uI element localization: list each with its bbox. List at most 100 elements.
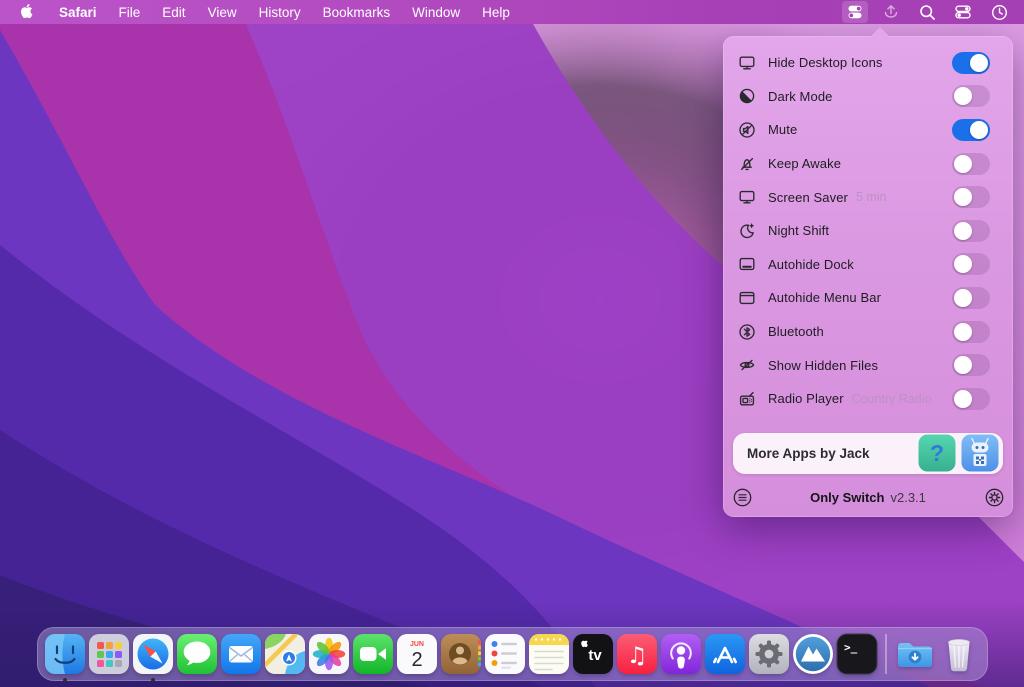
dock-icon-app-store[interactable]: [704, 633, 746, 675]
menu-bar: Safari FileEditViewHistoryBookmarksWindo…: [0, 0, 1024, 24]
active-app-menu[interactable]: Safari: [48, 5, 108, 20]
switch-row-hide-desktop-icons[interactable]: Hide Desktop Icons: [723, 46, 1013, 80]
dock-icon-maps[interactable]: [264, 633, 306, 675]
dock-icon-safari[interactable]: [132, 633, 174, 675]
dock-icon-facetime[interactable]: [352, 633, 394, 675]
apple-logo-icon: [20, 4, 34, 20]
bluetooth-off-icon: [737, 322, 757, 342]
panel-footer: Only Switchv2.3.1: [723, 484, 1013, 511]
contrast-icon: [737, 86, 757, 106]
running-indicator-dot: [151, 678, 155, 682]
switch-label: Mute: [768, 122, 797, 137]
menu-item-bookmarks[interactable]: Bookmarks: [312, 5, 402, 20]
toggle-switch[interactable]: [952, 321, 990, 343]
switch-row-show-hidden-files[interactable]: Show Hidden Files: [723, 348, 1013, 382]
switch-sub-label: Country Radio: [852, 392, 932, 406]
spotlight-search-icon[interactable]: [914, 1, 940, 23]
toggle-switch[interactable]: [952, 253, 990, 275]
switch-label: Autohide Menu Bar: [768, 290, 881, 305]
dock-icon-podcasts[interactable]: [660, 633, 702, 675]
toggle-switch[interactable]: [952, 287, 990, 309]
toggle-knob: [954, 356, 972, 374]
only-switch-menu-icon[interactable]: [842, 1, 868, 23]
app-title: Only Switchv2.3.1: [723, 490, 1013, 505]
dock-icon-terminal[interactable]: >_: [836, 633, 878, 675]
dock-icon-reminders[interactable]: [484, 633, 526, 675]
switch-label: Keep Awake: [768, 156, 841, 171]
switch-row-bluetooth[interactable]: Bluetooth: [723, 315, 1013, 349]
switch-label: Dark Mode: [768, 89, 832, 104]
keep-awake-icon: [737, 154, 757, 174]
dropover-icon[interactable]: [878, 1, 904, 23]
svg-text:>_: >_: [844, 641, 858, 654]
toggle-switch[interactable]: [952, 186, 990, 208]
toggle-switch[interactable]: [952, 220, 990, 242]
panel-arrow: [870, 27, 890, 37]
menu-item-window[interactable]: Window: [401, 5, 471, 20]
switch-label: Night Shift: [768, 223, 829, 238]
menu-item-file[interactable]: File: [108, 5, 152, 20]
switch-label: Show Hidden Files: [768, 358, 878, 373]
toggle-switch[interactable]: [952, 85, 990, 107]
question-app-icon[interactable]: ?: [918, 434, 956, 472]
switch-label: Hide Desktop Icons: [768, 55, 883, 70]
menu-item-history[interactable]: History: [248, 5, 312, 20]
dock-icon-downloads[interactable]: [894, 633, 936, 675]
more-apps-button[interactable]: More Apps by Jack ?: [733, 433, 1003, 475]
dock-icon-photos[interactable]: [308, 633, 350, 675]
toggle-knob: [954, 188, 972, 206]
switch-label: Autohide Dock: [768, 257, 854, 272]
mute-icon: [737, 120, 757, 140]
dock-icon-mountain-app[interactable]: [792, 633, 834, 675]
switch-row-radio-player[interactable]: Radio Player Country Radio: [723, 382, 1013, 416]
clock-icon[interactable]: [986, 1, 1012, 23]
svg-text:tv: tv: [588, 647, 602, 664]
toggle-knob: [954, 323, 972, 341]
radio-icon: [737, 389, 757, 409]
toggle-switch[interactable]: [952, 119, 990, 141]
menu-item-view[interactable]: View: [197, 5, 248, 20]
eye-slash-icon: [737, 355, 757, 375]
dock-icon-trash[interactable]: [938, 633, 980, 675]
autohide-dock-icon: [737, 254, 757, 274]
control-center-icon[interactable]: [950, 1, 976, 23]
robot-qr-app-icon[interactable]: [961, 434, 999, 472]
toggle-knob: [954, 390, 972, 408]
dock-icon-finder[interactable]: [44, 633, 86, 675]
switch-row-screen-saver[interactable]: Screen Saver 5 min: [723, 180, 1013, 214]
dock-icon-music[interactable]: ♫: [616, 633, 658, 675]
switch-row-autohide-dock[interactable]: Autohide Dock: [723, 248, 1013, 282]
toggle-switch[interactable]: [952, 388, 990, 410]
svg-text:2: 2: [411, 649, 422, 671]
dock-icon-messages[interactable]: [176, 633, 218, 675]
toggle-switch[interactable]: [952, 52, 990, 74]
toggle-switch[interactable]: [952, 354, 990, 376]
dock-icon-system-preferences[interactable]: [748, 633, 790, 675]
switch-row-autohide-menu-bar[interactable]: Autohide Menu Bar: [723, 281, 1013, 315]
dock-icon-mail[interactable]: [220, 633, 262, 675]
dock-icon-contacts[interactable]: [440, 633, 482, 675]
dock-icon-calendar[interactable]: JUN2: [396, 633, 438, 675]
switch-sub-label: 5 min: [856, 190, 887, 204]
only-switch-panel: Hide Desktop Icons Dark Mode Mute Keep A…: [723, 36, 1013, 517]
apple-menu[interactable]: [12, 0, 48, 24]
dock-icon-launchpad[interactable]: [88, 633, 130, 675]
switch-row-night-shift[interactable]: Night Shift: [723, 214, 1013, 248]
running-indicator-dot: [63, 678, 67, 682]
dock-icon-tv[interactable]: tv: [572, 633, 614, 675]
menu-item-edit[interactable]: Edit: [151, 5, 196, 20]
menu-item-help[interactable]: Help: [471, 5, 521, 20]
switch-row-dark-mode[interactable]: Dark Mode: [723, 80, 1013, 114]
menu-list-button[interactable]: [732, 488, 752, 508]
switch-row-mute[interactable]: Mute: [723, 113, 1013, 147]
dock: JUN2 tv ♫ >_: [37, 627, 988, 681]
settings-button[interactable]: [984, 488, 1004, 508]
toggle-knob: [970, 54, 988, 72]
screensaver-icon: [737, 187, 757, 207]
dock-icon-notes[interactable]: [528, 633, 570, 675]
switch-row-keep-awake[interactable]: Keep Awake: [723, 147, 1013, 181]
toggle-switch[interactable]: [952, 153, 990, 175]
svg-text:?: ?: [930, 440, 944, 466]
toggle-knob: [954, 155, 972, 173]
switch-label: Bluetooth: [768, 324, 824, 339]
